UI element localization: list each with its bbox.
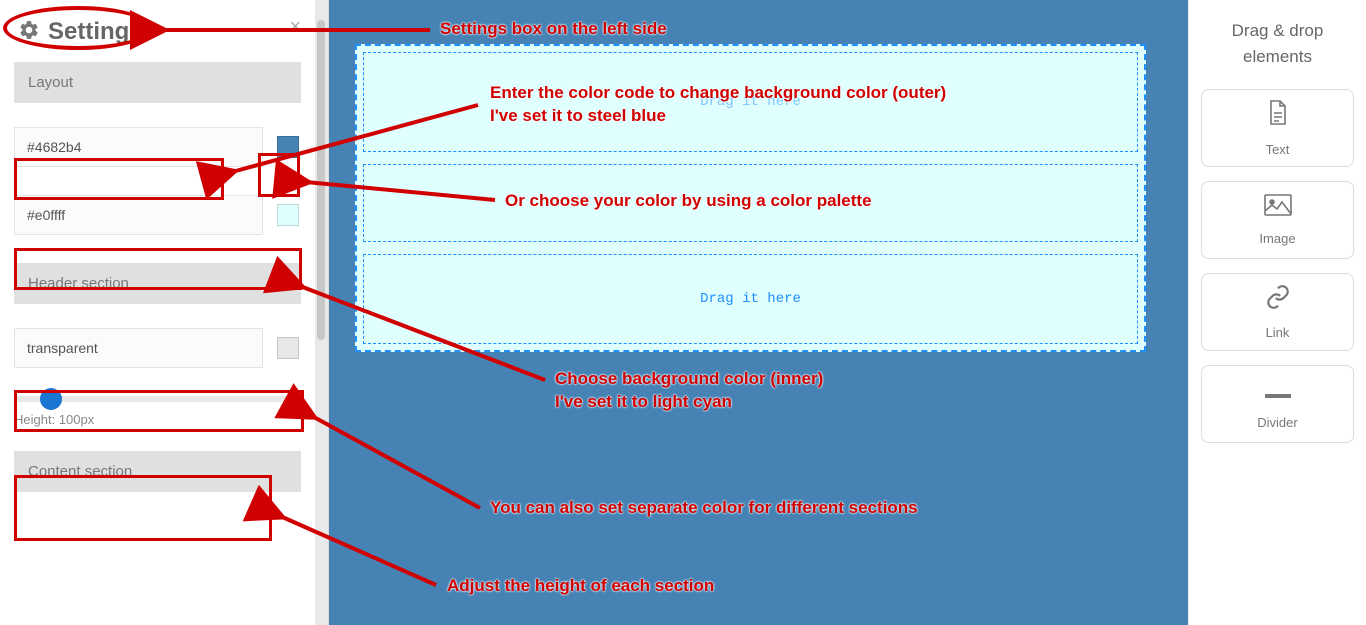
element-label: Link (1266, 325, 1290, 340)
canvas-inner[interactable]: Drag it here Drag it here (355, 44, 1146, 352)
canvas-area: Drag it here Drag it here (315, 0, 1188, 625)
element-label: Image (1259, 231, 1295, 246)
height-label: Height: 100px (14, 412, 301, 427)
height-slider-thumb[interactable] (40, 388, 62, 410)
file-text-icon (1266, 99, 1290, 134)
height-slider[interactable] (14, 396, 301, 402)
image-icon (1264, 194, 1292, 223)
divider-icon (1265, 379, 1291, 407)
dropzone-row[interactable] (363, 164, 1138, 242)
header-color-swatch[interactable] (277, 337, 299, 359)
inner-color-input[interactable] (14, 195, 263, 235)
dropzone-header[interactable]: Drag it here (363, 52, 1138, 152)
gear-icon (18, 19, 40, 46)
element-text[interactable]: Text (1201, 89, 1354, 167)
vertical-scrollbar[interactable] (315, 0, 329, 625)
outer-color-swatch[interactable] (277, 136, 299, 158)
element-label: Text (1266, 142, 1290, 157)
close-icon[interactable]: × (289, 16, 301, 39)
element-link[interactable]: Link (1201, 273, 1354, 351)
canvas-outer[interactable]: Drag it here Drag it here (329, 0, 1188, 625)
link-icon (1265, 284, 1291, 317)
settings-panel: Settings × Layout Header section Height:… (0, 0, 315, 625)
dropzone-content[interactable]: Drag it here (363, 254, 1138, 344)
inner-color-swatch[interactable] (277, 204, 299, 226)
dropzone-text: Drag it here (700, 94, 801, 110)
section-heading-layout: Layout (14, 62, 301, 103)
elements-panel: Drag & drop elements Text Image Link (1188, 0, 1366, 625)
settings-header: Settings (14, 10, 301, 62)
section-heading-header: Header section (14, 263, 301, 304)
outer-color-input[interactable] (14, 127, 263, 167)
elements-panel-title: Drag & drop elements (1201, 18, 1354, 69)
element-image[interactable]: Image (1201, 181, 1354, 259)
settings-title: Settings (48, 18, 143, 46)
element-divider[interactable]: Divider (1201, 365, 1354, 443)
scrollbar-thumb[interactable] (317, 20, 325, 340)
dropzone-text: Drag it here (700, 291, 801, 307)
header-color-input[interactable] (14, 328, 263, 368)
element-label: Divider (1257, 415, 1297, 430)
section-heading-content: Content section (14, 451, 301, 492)
